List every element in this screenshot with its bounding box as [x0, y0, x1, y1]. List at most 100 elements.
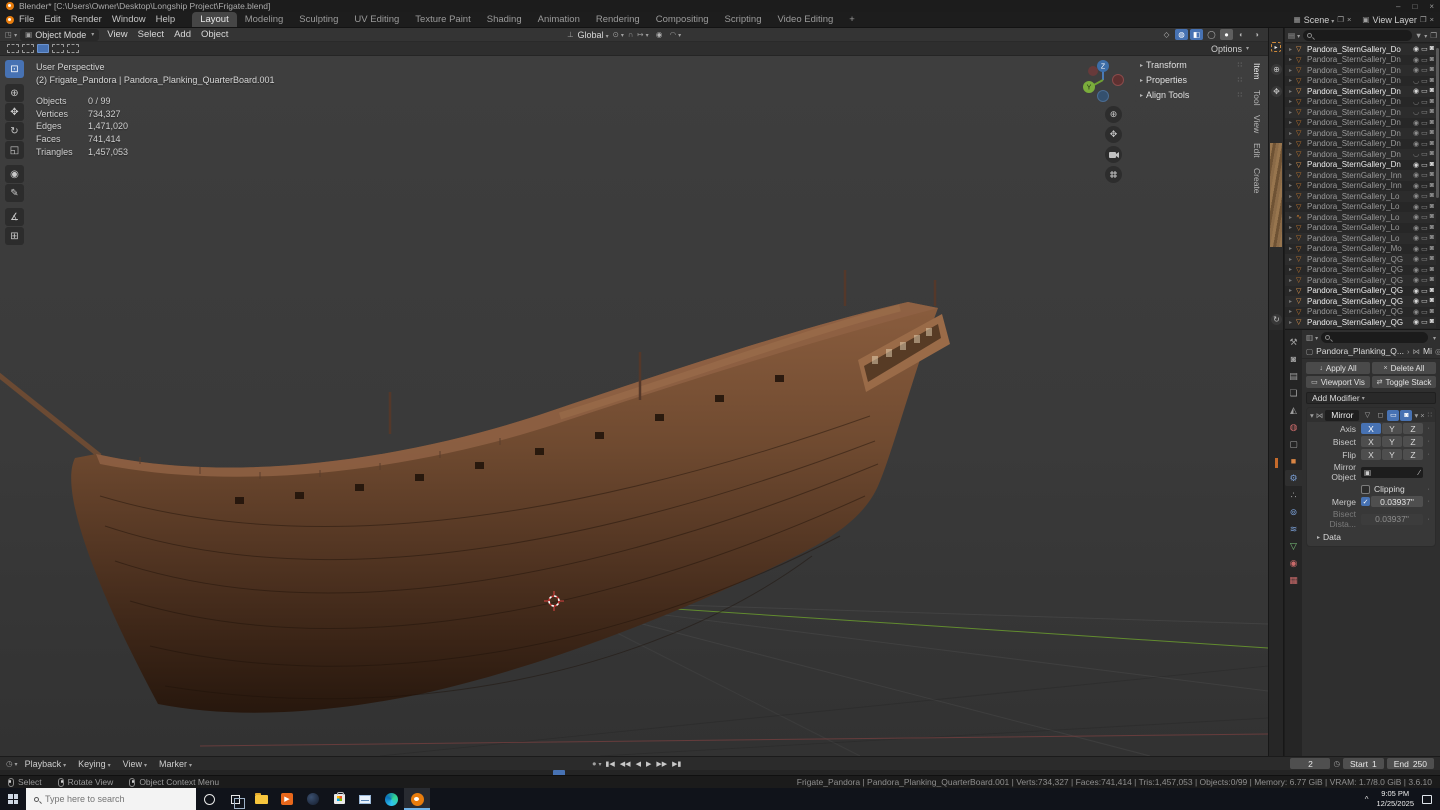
outliner-row[interactable]: ▸ ▽ Pandora_SternGallery_QG ◉ ▭ ◙	[1285, 317, 1436, 328]
navigation-gizmo[interactable]: Z Y	[1081, 58, 1125, 102]
render-disable-icon[interactable]: ◙	[1430, 129, 1434, 137]
render-disable-icon[interactable]: ◙	[1430, 192, 1434, 200]
npanel-tab[interactable]: Tool	[1250, 85, 1264, 111]
remove-view-layer-icon[interactable]: ×	[1430, 15, 1434, 24]
viewport-disable-icon[interactable]: ▭	[1421, 287, 1428, 295]
properties-tab[interactable]: ◍	[1285, 419, 1302, 435]
outliner-row[interactable]: ▸ ▽ Pandora_SternGallery_QG ◉ ▭ ◙	[1285, 265, 1436, 276]
properties-tab[interactable]: ◉	[1285, 555, 1302, 571]
falloff-icon[interactable]: ◠	[670, 30, 682, 39]
new-collection-icon[interactable]: ❐	[1430, 31, 1437, 40]
disclosure-icon[interactable]: ▸	[1287, 287, 1294, 294]
game-app-button[interactable]	[300, 788, 326, 810]
disclosure-icon[interactable]: ▸	[1287, 182, 1294, 189]
transport-button[interactable]: ◀◀	[620, 760, 631, 768]
viewport-tool-button[interactable]: ✎	[5, 184, 24, 202]
bisect-y-button[interactable]: Y	[1382, 436, 1402, 447]
hide-eye-icon[interactable]: ◡	[1413, 150, 1419, 158]
viewport-disable-icon[interactable]: ▭	[1421, 77, 1428, 85]
bisect-distance-field[interactable]: 0.03937"	[1361, 514, 1423, 525]
viewport-disable-icon[interactable]: ▭	[1421, 266, 1428, 274]
store-button[interactable]	[326, 788, 352, 810]
proportional-editing-icon[interactable]: ◉	[653, 29, 666, 40]
bisect-z-button[interactable]: Z	[1403, 436, 1423, 447]
zoom-icon[interactable]: ⊕	[1105, 106, 1122, 123]
disclosure-icon[interactable]: ▸	[1287, 140, 1294, 147]
eyedropper-icon[interactable]: ∕	[1419, 468, 1420, 477]
properties-filter-icon[interactable]	[1431, 333, 1436, 342]
viewport-disable-icon[interactable]: ▭	[1421, 87, 1428, 95]
editor-type-icon[interactable]: ◳	[5, 30, 17, 39]
select-mode-button[interactable]	[37, 44, 49, 53]
hide-eye-icon[interactable]: ◉	[1413, 297, 1419, 305]
npanel-tab[interactable]: Create	[1250, 163, 1264, 199]
hide-eye-icon[interactable]: ◉	[1413, 129, 1419, 137]
hide-eye-icon[interactable]: ◉	[1413, 119, 1419, 127]
blender-taskbar-button[interactable]	[404, 788, 430, 810]
outliner-row[interactable]: ▸ ▽ Pandora_SternGallery_Dn ◡ ▭ ◙	[1285, 76, 1436, 87]
outliner-row[interactable]: ▸ ▽ Pandora_SternGallery_Dn ◉ ▭ ◙	[1285, 139, 1436, 150]
render-disable-icon[interactable]: ◙	[1430, 224, 1434, 232]
viewport-disable-icon[interactable]: ▭	[1421, 140, 1428, 148]
render-disable-icon[interactable]: ◙	[1430, 255, 1434, 263]
outliner-row[interactable]: ▸ ∿ Pandora_SternGallery_Lo ◉ ▭ ◙	[1285, 212, 1436, 223]
outliner-row[interactable]: ▸ ▽ Pandora_SternGallery_QG ◉ ▭ ◙	[1285, 275, 1436, 286]
hide-eye-icon[interactable]: ◉	[1413, 87, 1419, 95]
viewport-tool-button[interactable]: ✥	[5, 103, 24, 121]
timeline-menu[interactable]: Playback	[20, 759, 72, 769]
hide-eye-icon[interactable]: ◉	[1413, 56, 1419, 64]
viewport-tool-button[interactable]: ◉	[5, 165, 24, 183]
properties-tab[interactable]: ◙	[1285, 351, 1302, 367]
properties-tab[interactable]: ❏	[1285, 385, 1302, 401]
workspace-tab[interactable]: Layout	[192, 12, 237, 27]
npanel-section[interactable]: Properties∷	[1135, 73, 1247, 87]
workspace-tab[interactable]: Scripting	[717, 12, 770, 27]
properties-tab[interactable]: ▦	[1285, 572, 1302, 588]
transport-button[interactable]: ▮◀	[606, 760, 615, 768]
viewport-header-icon[interactable]: ◍	[1175, 29, 1188, 40]
pivot-point-icon[interactable]: ⊙	[613, 30, 624, 39]
viewport-disable-icon[interactable]: ▭	[1421, 318, 1428, 326]
timeline-menu[interactable]: View	[118, 759, 152, 769]
disclosure-icon[interactable]: ▸	[1287, 224, 1294, 231]
modifier-action-button[interactable]: ⇄Toggle Stack	[1372, 376, 1436, 388]
render-disable-icon[interactable]: ◙	[1430, 150, 1434, 158]
viewport-header-icon[interactable]: ◧	[1190, 29, 1203, 40]
disclosure-icon[interactable]: ▸	[1287, 119, 1294, 126]
transport-button[interactable]: ◀	[636, 760, 641, 768]
viewport-tool-button[interactable]: ∡	[5, 208, 24, 226]
snap-target-icon[interactable]: ↦	[637, 30, 648, 39]
outliner-row[interactable]: ▸ ▽ Pandora_SternGallery_Mo ◉ ▭ ◙	[1285, 244, 1436, 255]
outliner-row[interactable]: ▸ ▽ Pandora_SternGallery_QG ◉ ▭ ◙	[1285, 286, 1436, 297]
workspace-tab[interactable]: Sculpting	[291, 12, 346, 27]
render-disable-icon[interactable]: ◙	[1430, 234, 1434, 242]
outliner-row[interactable]: ▸ ▽ Pandora_SternGallery_Dn ◉ ▭ ◙	[1285, 55, 1436, 66]
disclosure-icon[interactable]: ▸	[1287, 277, 1294, 284]
select-mode-button[interactable]	[7, 44, 19, 53]
flip-z-button[interactable]: Z	[1403, 449, 1423, 460]
render-disable-icon[interactable]: ◙	[1430, 308, 1434, 316]
timeline-menu[interactable]: Marker	[154, 759, 197, 769]
outliner-row[interactable]: ▸ ▽ Pandora_SternGallery_Dn ◡ ▭ ◙	[1285, 149, 1436, 160]
viewport-disable-icon[interactable]: ▭	[1421, 213, 1428, 221]
perspective-toggle-icon[interactable]	[1105, 166, 1122, 183]
disclosure-icon[interactable]: ▸	[1287, 77, 1294, 84]
transport-button[interactable]: ▶▮	[672, 760, 681, 768]
extras-dropdown-icon[interactable]: ▾	[1414, 411, 1418, 420]
viewport-header-icon[interactable]: ◯	[1205, 29, 1218, 40]
data-subpanel[interactable]: Data	[1307, 530, 1435, 542]
render-disable-icon[interactable]: ◙	[1430, 161, 1434, 169]
hide-eye-icon[interactable]: ◉	[1413, 213, 1419, 221]
display-mode-icon[interactable]: ▤	[1288, 31, 1300, 40]
current-frame-field[interactable]: 2	[1290, 758, 1330, 769]
viewport-disable-icon[interactable]: ▭	[1421, 45, 1428, 53]
render-disable-icon[interactable]: ◙	[1430, 87, 1434, 95]
disclosure-icon[interactable]: ▸	[1287, 308, 1294, 315]
render-disable-icon[interactable]: ◙	[1430, 98, 1434, 106]
viewport-disable-icon[interactable]: ▭	[1421, 66, 1428, 74]
viewport-disable-icon[interactable]: ▭	[1421, 308, 1428, 316]
outliner-row[interactable]: ▸ ▽ Pandora_SternGallery_Lo ◉ ▭ ◙	[1285, 202, 1436, 213]
disclosure-icon[interactable]: ▸	[1287, 235, 1294, 242]
disclosure-icon[interactable]: ▸	[1287, 193, 1294, 200]
modifier-display-toggle[interactable]: ◙	[1400, 410, 1412, 421]
